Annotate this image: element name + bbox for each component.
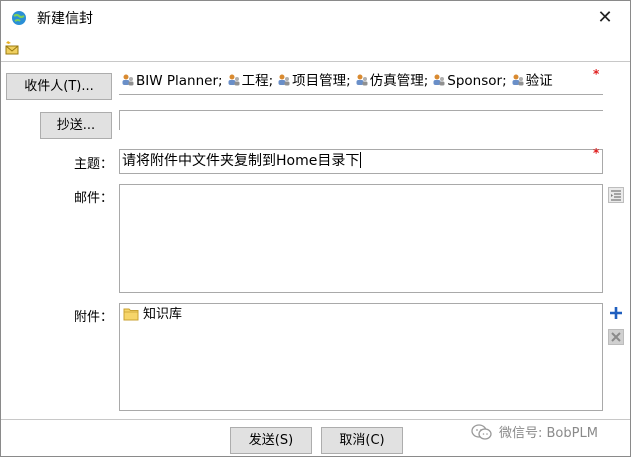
toolbar-divider: [1, 61, 630, 62]
new-envelope-dialog: 新建信封 ✕ 收件人(T)... BIW Planner; 工程; 项目管理; 仿真管…: [0, 0, 631, 457]
to-button[interactable]: 收件人(T)...: [6, 73, 112, 100]
subject-input[interactable]: 请将附件中文件夹复制到Home目录下: [119, 149, 603, 174]
close-button[interactable]: ✕: [594, 7, 616, 29]
cc-button[interactable]: 抄送...: [40, 112, 112, 139]
user-group-icon: [512, 74, 524, 86]
recipient-item[interactable]: BIW Planner;: [121, 73, 223, 90]
footer-divider: [1, 419, 630, 420]
new-envelope-icon[interactable]: [4, 40, 20, 56]
send-button[interactable]: 发送(S): [230, 427, 312, 454]
text-caret: [360, 152, 362, 168]
user-group-icon: [122, 74, 134, 86]
add-attachment-plus-icon[interactable]: [608, 305, 624, 321]
recipient-list: BIW Planner; 工程; 项目管理; 仿真管理; Sponsor; 验证: [121, 73, 603, 90]
to-required-marker: *: [593, 67, 600, 81]
recipient-item[interactable]: 仿真管理;: [355, 73, 428, 90]
title-bar: 新建信封 ✕: [1, 1, 630, 37]
cc-field[interactable]: [119, 110, 603, 130]
user-group-icon: [433, 74, 445, 86]
user-group-icon: [278, 74, 290, 86]
recipient-item[interactable]: 工程;: [227, 73, 273, 90]
app-globe-icon: [11, 10, 27, 26]
subject-label: 主题：: [73, 157, 113, 172]
wechat-watermark: 微信号: BobPLM: [471, 423, 598, 443]
folder-icon: [123, 308, 139, 321]
cancel-button[interactable]: 取消(C): [321, 427, 403, 454]
attachments-list[interactable]: 知识库: [119, 303, 603, 411]
body-label: 邮件：: [73, 191, 113, 206]
window-title: 新建信封: [37, 11, 93, 27]
to-field[interactable]: BIW Planner; 工程; 项目管理; 仿真管理; Sponsor; 验证: [119, 71, 603, 95]
format-icon[interactable]: [608, 187, 624, 203]
body-textarea[interactable]: [119, 184, 603, 293]
remove-attachment-x-icon[interactable]: [608, 329, 624, 345]
subject-required-marker: *: [593, 146, 600, 160]
subject-value: 请将附件中文件夹复制到Home目录下: [122, 153, 360, 169]
user-group-icon: [356, 74, 368, 86]
wechat-icon: [471, 424, 492, 440]
recipient-item[interactable]: 验证: [511, 73, 553, 90]
attachment-item[interactable]: 知识库: [123, 307, 182, 323]
user-group-icon: [228, 74, 240, 86]
recipient-item[interactable]: Sponsor;: [432, 73, 507, 90]
recipient-item[interactable]: 项目管理;: [277, 73, 351, 90]
attachments-label: 附件：: [73, 310, 113, 325]
